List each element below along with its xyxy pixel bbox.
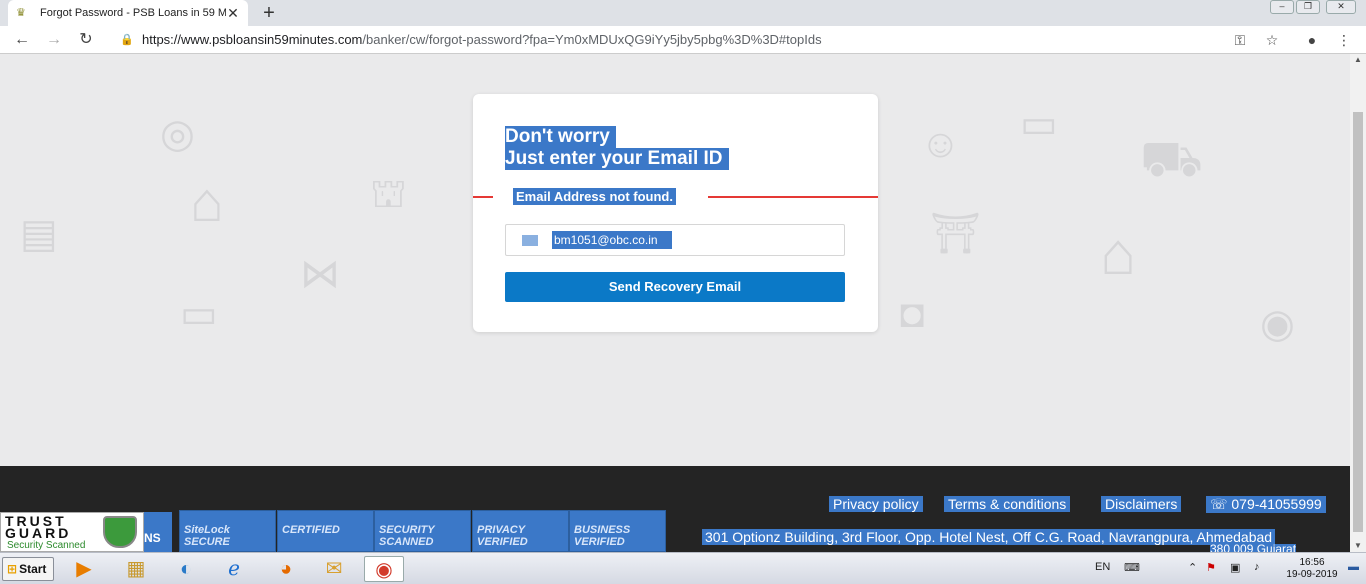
back-icon[interactable]: ← <box>12 30 32 50</box>
car-icon: ⛟ <box>1140 131 1203 187</box>
chrome-icon[interactable]: ◉ <box>364 556 404 582</box>
card-icon: ▭ <box>180 292 218 336</box>
firefox-icon[interactable]: ◕ <box>266 556 306 582</box>
restore-icon[interactable]: ❐ <box>1296 0 1320 14</box>
disclaimers-link[interactable]: Disclaimers <box>1101 496 1182 512</box>
minimize-icon[interactable]: – <box>1270 0 1294 14</box>
email-field[interactable] <box>505 224 845 256</box>
forward-icon[interactable]: → <box>44 30 64 50</box>
wings-icon: ⋈ <box>300 252 340 296</box>
page-title: Don't worry Just enter your Email ID <box>505 126 729 170</box>
site-favicon-icon: ♛ <box>16 7 26 19</box>
security-scanned-badge[interactable]: SECURITY SCANNED <box>374 510 471 552</box>
menu-icon[interactable]: ⋮ <box>1334 30 1354 50</box>
bank-icon: ⛫ <box>370 172 407 216</box>
scroll-up-icon[interactable]: ▲ <box>1350 54 1366 66</box>
chart-icon: ▤ <box>20 212 58 256</box>
people-icon: ☺ <box>920 122 961 166</box>
network-icon[interactable]: ▣ <box>1230 561 1240 574</box>
terms-link[interactable]: Terms & conditions <box>944 496 1071 512</box>
windows-flag-icon: ⊞ <box>7 562 18 576</box>
trust-guard-subtitle: Security Scanned <box>7 540 86 551</box>
browser-tab[interactable]: ♛ Forgot Password - PSB Loans in 59 M ✕ <box>8 0 248 26</box>
tray-expand-icon[interactable]: ⌃ <box>1188 561 1197 574</box>
start-button[interactable]: ⊞ Start <box>2 557 54 581</box>
site-footer: Privacy policy Terms & conditions Discla… <box>0 466 1350 552</box>
scroll-down-icon[interactable]: ▼ <box>1350 540 1366 552</box>
address-bar[interactable]: 🔒 https://www.psbloansin59minutes.com/ba… <box>112 28 1292 52</box>
url-path: /banker/cw/forgot-password?fpa=Ym0xMDUxQ… <box>362 32 822 47</box>
show-desktop-icon[interactable]: ▬ <box>1348 561 1359 573</box>
language-indicator[interactable]: EN <box>1095 561 1110 573</box>
profile-icon[interactable]: ● <box>1302 30 1322 50</box>
trust-guard-title: TRUST GUARD <box>5 513 72 541</box>
media-player-icon[interactable]: ▶ <box>64 556 104 582</box>
outlook-icon[interactable]: ✉ <box>314 556 354 582</box>
send-recovery-email-button[interactable]: Send Recovery Email <box>505 272 845 302</box>
tab-title: Forgot Password - PSB Loans in 59 M <box>40 7 226 19</box>
skype-icon[interactable]: ◐ <box>166 556 206 582</box>
browser-toolbar: ← → ↻ 🔒 https://www.psbloansin59minutes.… <box>0 26 1366 54</box>
coin-icon: ◎ <box>160 112 195 156</box>
privacy-verified-badge[interactable]: PRIVACY VERIFIED <box>472 510 569 552</box>
keyboard-icon[interactable]: ⌨ <box>1124 561 1140 574</box>
window-close-icon[interactable]: ✕ <box>1326 0 1356 14</box>
file-explorer-icon[interactable]: ▦ <box>116 556 156 582</box>
privacy-policy-link[interactable]: Privacy policy <box>829 496 923 512</box>
footer-address: 301 Optionz Building, 3rd Floor, Opp. Ho… <box>702 529 1276 545</box>
bookmark-star-icon[interactable]: ☆ <box>1262 30 1282 50</box>
monitor-icon: ▭ <box>1020 102 1058 146</box>
email-input[interactable] <box>552 231 672 249</box>
shield-icon <box>103 516 137 548</box>
phone-number: ☏ 079-41055999 <box>1206 496 1326 513</box>
tab-close-icon[interactable]: ✕ <box>226 5 240 22</box>
footer-address-line2: 380 009 Gujarat <box>1210 544 1297 552</box>
error-divider-left <box>473 196 493 198</box>
new-tab-button[interactable]: + <box>258 2 280 24</box>
money-bag-icon: ◉ <box>1260 302 1295 346</box>
os-taskbar: ⊞ Start ▶ ▦ ◐ ℯ ◕ ✉ ◉ EN ⌨ ⌃ ⚑ ▣ ♪ 16:56 1… <box>0 552 1366 584</box>
house-icon: ⌂ <box>1100 220 1137 287</box>
reload-icon[interactable]: ↻ <box>76 30 96 50</box>
error-divider-right <box>708 196 878 198</box>
sitelock-badge[interactable]: SiteLock SECURE <box>179 510 276 552</box>
error-message: Email Address not found. <box>513 188 676 205</box>
system-clock[interactable]: 16:56 19-09-2019 <box>1282 557 1342 581</box>
scroll-thumb[interactable] <box>1353 112 1363 532</box>
bag-icon: ◘ <box>900 292 925 336</box>
business-verified-badge[interactable]: BUSINESS VERIFIED <box>569 510 666 552</box>
trust-guard-seal[interactable]: TRUST GUARD Security Scanned <box>0 512 144 552</box>
heading-line1: Don't worry <box>505 126 616 148</box>
partial-badge: NS <box>144 512 172 552</box>
page-scrollbar[interactable]: ▲ ▼ <box>1350 54 1366 552</box>
email-icon <box>522 235 538 246</box>
volume-icon[interactable]: ♪ <box>1254 561 1260 573</box>
tab-bar: ♛ Forgot Password - PSB Loans in 59 M ✕ … <box>0 0 1366 26</box>
key-icon[interactable]: ⚿ <box>1230 30 1250 50</box>
forgot-password-card: Don't worry Just enter your Email ID Ema… <box>473 94 878 332</box>
url-host: https://www.psbloansin59minutes.com <box>142 32 363 47</box>
heading-line2: Just enter your Email ID <box>505 148 729 170</box>
action-center-icon[interactable]: ⚑ <box>1206 561 1216 574</box>
certified-badge[interactable]: CERTIFIED <box>277 510 374 552</box>
shop-icon: ⌂ <box>190 170 224 233</box>
lock-icon: 🔒 <box>120 34 134 46</box>
internet-explorer-icon[interactable]: ℯ <box>214 556 254 582</box>
graduation-icon: ⛩ <box>930 212 981 256</box>
